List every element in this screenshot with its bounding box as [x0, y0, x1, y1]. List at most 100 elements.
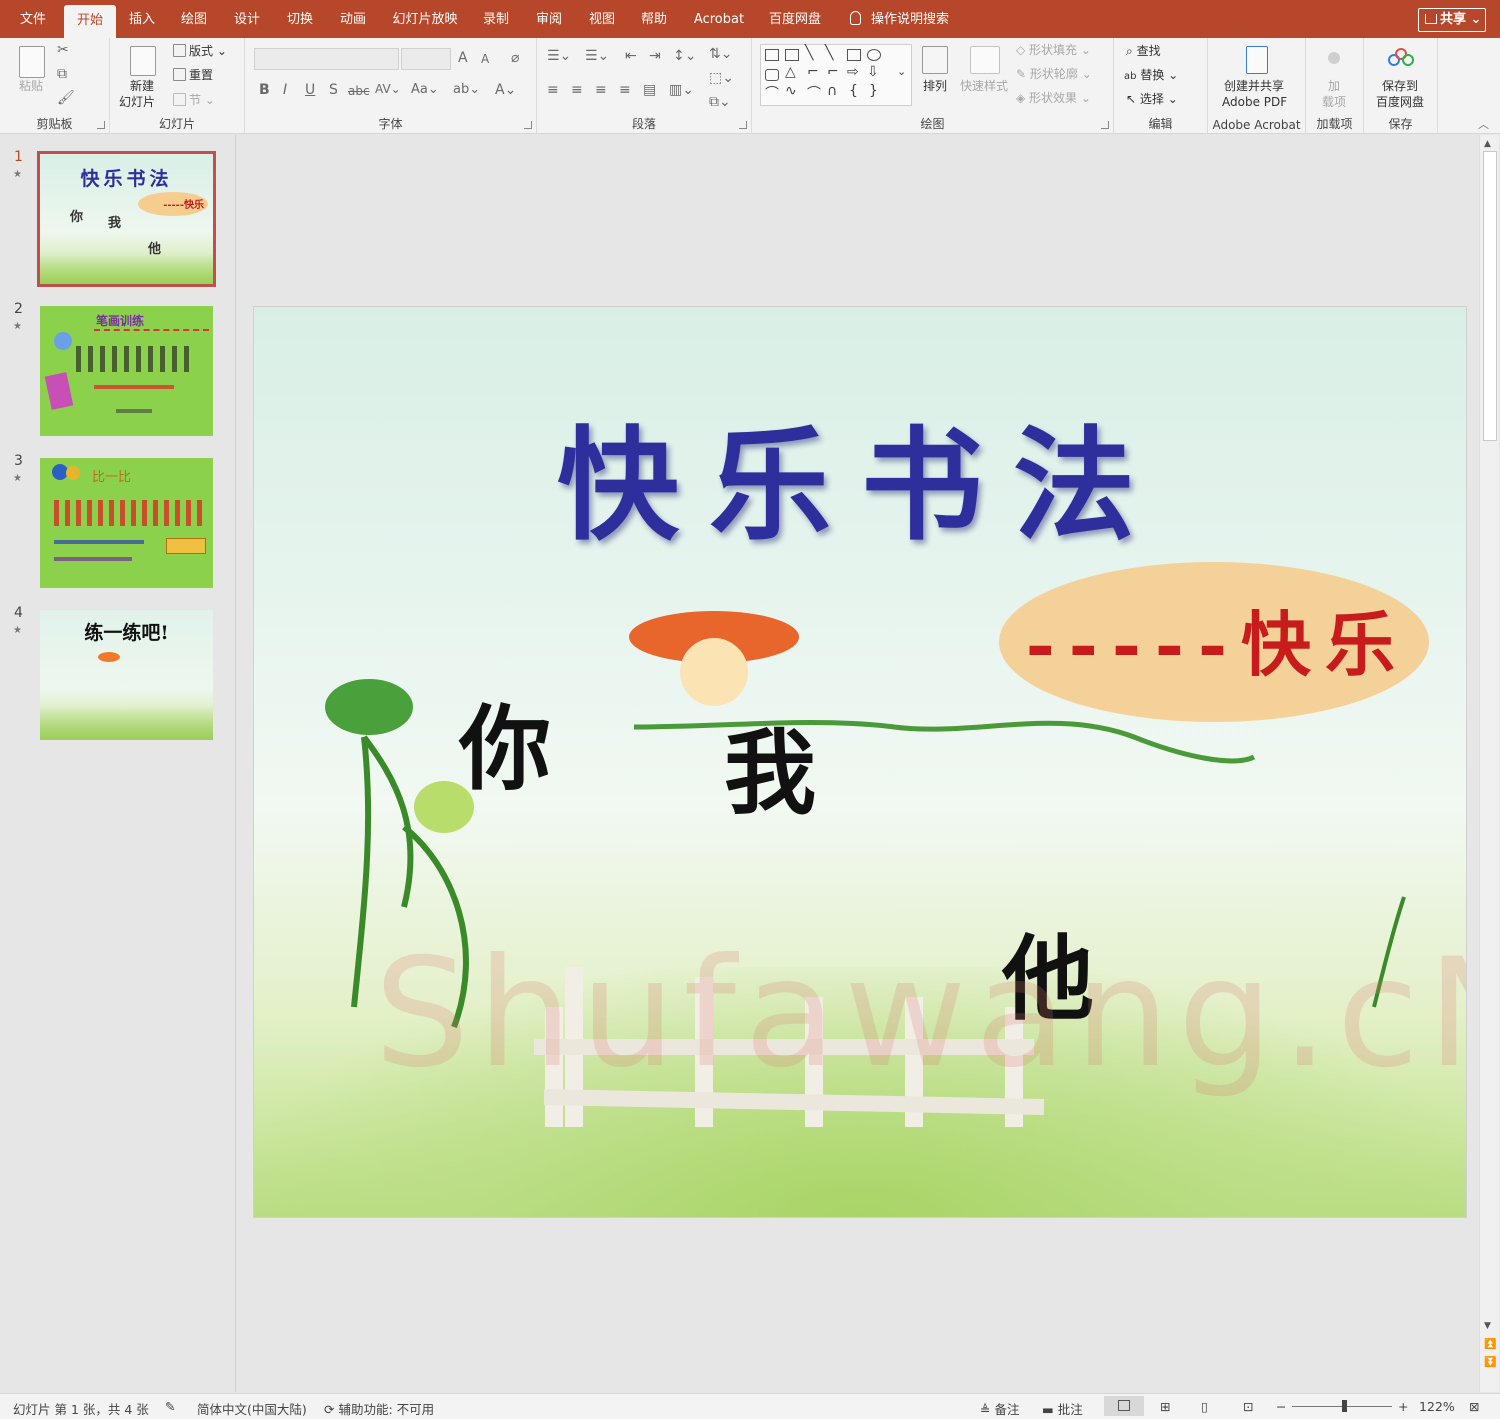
paste-button[interactable]: 粘贴	[19, 78, 43, 94]
tab-acrobat[interactable]: Acrobat	[688, 0, 750, 38]
arrow-line-shape[interactable]: ╲	[825, 45, 833, 61]
normal-view-button[interactable]	[1104, 1396, 1144, 1416]
tab-insert[interactable]: 插入	[120, 0, 164, 38]
reset-button[interactable]: 重置	[173, 67, 213, 83]
find-button[interactable]: ⌕ 查找	[1126, 43, 1161, 59]
down-arrow-shape[interactable]: ⇩	[867, 64, 879, 80]
vertical-textbox-shape[interactable]	[785, 49, 799, 61]
align-right-icon[interactable]: ≡	[595, 82, 607, 98]
font-color-icon[interactable]: A⌄	[495, 82, 516, 98]
format-painter-icon[interactable]: 🖌	[57, 90, 75, 106]
zoom-in-icon[interactable]: +	[1398, 1399, 1408, 1414]
clear-format-icon[interactable]: ⌀	[511, 50, 519, 66]
tab-home[interactable]: 开始	[64, 5, 116, 38]
gallery-more-icon[interactable]: ⌄	[897, 65, 906, 78]
left-brace-shape[interactable]: {	[849, 83, 858, 99]
font-size-box[interactable]	[401, 48, 451, 70]
zoom-slider-thumb[interactable]	[1342, 1400, 1347, 1412]
scroll-thumb[interactable]	[1483, 151, 1497, 441]
create-pdf-button-2[interactable]: Adobe PDF	[1222, 94, 1287, 110]
slideshow-view-icon[interactable]: ⊡	[1243, 1399, 1253, 1414]
distributed-icon[interactable]: ▤	[643, 82, 656, 98]
numbering-icon[interactable]: ☰⌄	[585, 48, 609, 64]
tab-record[interactable]: 录制	[474, 0, 518, 38]
new-slide-button-2[interactable]: 幻灯片	[119, 94, 155, 110]
triangle-shape[interactable]: △	[785, 64, 796, 80]
thumbnail-slide-4[interactable]: 练一练吧!	[40, 610, 213, 740]
shape-outline-button[interactable]: ✎ 形状轮廓 ⌄	[1016, 66, 1092, 82]
zoom-level[interactable]: 122%	[1419, 1399, 1455, 1414]
create-pdf-button[interactable]: 创建并共享	[1224, 78, 1284, 94]
copy-icon[interactable]: ⧉	[57, 66, 67, 82]
bullets-icon[interactable]: ☰⌄	[547, 48, 571, 64]
oval-shape[interactable]	[867, 49, 881, 61]
line-spacing-icon[interactable]: ↕⌄	[673, 48, 696, 64]
language-status[interactable]: 简体中文(中国大陆)	[197, 1399, 307, 1418]
thumbnail-slide-3[interactable]: 比一比	[40, 458, 213, 588]
select-button[interactable]: ↖ 选择 ⌄	[1126, 91, 1178, 107]
slide-title[interactable]: 快乐书法	[254, 387, 1466, 564]
text-direction-icon[interactable]: ⇅⌄	[709, 46, 732, 62]
bold-icon[interactable]: B	[259, 82, 270, 98]
clipboard-launcher[interactable]	[97, 121, 105, 129]
slide-canvas[interactable]: 快乐书法 -----快乐 你 我 他 Shufawang.cN	[253, 306, 1467, 1218]
textbox-shape[interactable]	[765, 49, 779, 61]
arrange-button[interactable]: 排列	[923, 78, 947, 94]
columns-icon[interactable]: ▥⌄	[669, 82, 694, 98]
tell-me-search[interactable]: 操作说明搜索	[850, 0, 949, 38]
font-name-box[interactable]	[254, 48, 399, 70]
tab-draw[interactable]: 绘图	[172, 0, 216, 38]
previous-slide-icon[interactable]: ⏫	[1484, 1339, 1496, 1350]
spell-check-icon[interactable]: ✎	[165, 1399, 175, 1414]
shape-fill-button[interactable]: ◇ 形状填充 ⌄	[1016, 42, 1091, 58]
strikethrough-icon[interactable]: abc	[348, 84, 370, 98]
notes-button[interactable]: ≜ 备注	[980, 1399, 1019, 1418]
tab-review[interactable]: 审阅	[527, 0, 571, 38]
line-shape[interactable]: ╲	[805, 45, 813, 61]
align-left-icon[interactable]: ≡	[547, 82, 559, 98]
char-spacing-icon[interactable]: AV⌄	[375, 82, 401, 96]
increase-indent-icon[interactable]: ⇥	[649, 48, 661, 64]
layout-button[interactable]: 版式 ⌄	[173, 43, 227, 59]
drawing-launcher[interactable]	[1101, 121, 1109, 129]
fit-to-window-icon[interactable]: ⊠	[1469, 1399, 1479, 1414]
tab-file[interactable]: 文件	[10, 0, 56, 38]
connector-shape[interactable]: ⌐	[807, 64, 819, 80]
char-ta[interactable]: 他	[1002, 905, 1094, 1038]
grow-font-icon[interactable]: A	[458, 50, 468, 66]
char-wo[interactable]: 我	[724, 699, 816, 832]
collapse-ribbon-icon[interactable]: ︿	[1478, 116, 1489, 132]
curve-shape[interactable]: ∩	[827, 83, 837, 99]
save-baidu-button[interactable]: 保存到	[1382, 78, 1418, 94]
paragraph-launcher[interactable]	[739, 121, 747, 129]
justify-icon[interactable]: ≡	[619, 82, 631, 98]
thumbnail-slide-2[interactable]: 笔画训练	[40, 306, 213, 436]
scroll-up-icon[interactable]: ▲	[1484, 139, 1491, 149]
tab-slideshow[interactable]: 幻灯片放映	[388, 0, 462, 38]
decrease-indent-icon[interactable]: ⇤	[625, 48, 637, 64]
addins-button-2[interactable]: 载项	[1322, 94, 1346, 110]
rectangle-shape[interactable]	[847, 49, 861, 61]
tab-transitions[interactable]: 切换	[278, 0, 322, 38]
new-slide-button[interactable]: 新建	[130, 78, 154, 94]
zoom-out-icon[interactable]: −	[1276, 1399, 1286, 1414]
highlight-icon[interactable]: ab⌄	[453, 82, 480, 97]
scroll-down-icon[interactable]: ▼	[1484, 1321, 1491, 1331]
comments-button[interactable]: ▬ 批注	[1042, 1399, 1083, 1418]
shape-effects-button[interactable]: ◈ 形状效果 ⌄	[1016, 90, 1091, 106]
tab-view[interactable]: 视图	[580, 0, 624, 38]
reading-view-icon[interactable]: ▯	[1201, 1399, 1208, 1414]
accessibility-status[interactable]: ⟳ 辅助功能: 不可用	[324, 1399, 434, 1418]
quick-styles-button[interactable]: 快速样式	[960, 78, 1008, 94]
align-text-icon[interactable]: ⬚⌄	[709, 70, 734, 86]
freeform-shape[interactable]: ⌒	[765, 83, 779, 103]
replace-button[interactable]: ab 替换 ⌄	[1124, 67, 1178, 85]
arc-shape[interactable]: ⌒	[807, 83, 821, 103]
elbow-connector-shape[interactable]: ⌐	[827, 64, 839, 80]
shapes-gallery[interactable]: ╲ ╲ △ ⌐ ⌐ ⇨ ⇩ ⌒ ∿ ⌒ ∩ { } ⌄	[760, 44, 912, 106]
change-case-icon[interactable]: Aa⌄	[411, 82, 439, 97]
right-brace-shape[interactable]: }	[869, 83, 878, 99]
rounded-rect-shape[interactable]	[765, 69, 779, 81]
save-baidu-button-2[interactable]: 百度网盘	[1376, 94, 1424, 110]
slide-subtitle[interactable]: -----快乐	[999, 589, 1409, 690]
